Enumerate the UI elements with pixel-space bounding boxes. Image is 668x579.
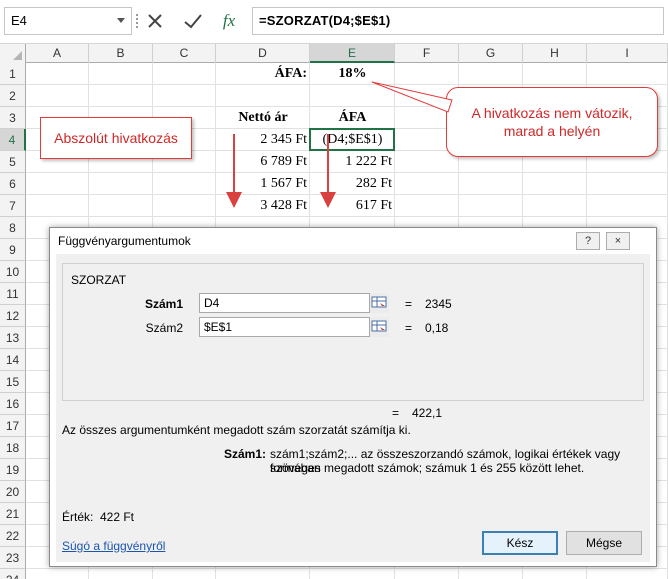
cell-d6[interactable]: 1 567 Ft [216, 173, 310, 195]
cancel-label: Mégse [585, 536, 623, 550]
fx-label: fx [222, 11, 236, 30]
row-gridline [26, 568, 668, 569]
column-header-b[interactable]: B [89, 44, 153, 63]
column-header-f[interactable]: F [395, 44, 459, 63]
active-cell-border [309, 128, 395, 151]
callout-right-line2: marad a helyén [503, 123, 601, 139]
cancel-button[interactable]: Mégse [566, 531, 642, 555]
arg1-result: 2345 [425, 297, 452, 311]
formula-bar: E4 fx =SZORZAT(D4;$E$1) [0, 0, 668, 44]
column-header-h[interactable]: H [523, 44, 587, 63]
select-all-corner[interactable] [0, 44, 26, 63]
arg2-result: 0,18 [425, 321, 449, 335]
row-header-10[interactable]: 10 [0, 261, 26, 283]
callout-right-line1: A hivatkozás nem vátozik, [471, 105, 633, 121]
formula-input[interactable]: =SZORZAT(D4;$E$1) [252, 7, 664, 35]
name-box[interactable]: E4 [4, 7, 132, 35]
column-header-g[interactable]: G [459, 44, 523, 63]
column-header-e[interactable]: E [310, 44, 395, 63]
arg2-range-picker-icon[interactable] [369, 317, 389, 337]
row-header-21[interactable]: 21 [0, 503, 26, 525]
arg-description-label: Szám1: [224, 447, 267, 461]
dialog-titlebar[interactable]: Függvényargumentumok ? × [50, 228, 656, 254]
column-header-c[interactable]: C [153, 44, 216, 63]
cancel-icon[interactable] [142, 9, 168, 33]
row-header-20[interactable]: 20 [0, 481, 26, 503]
row-header-12[interactable]: 12 [0, 305, 26, 327]
callout-left-text: Abszolút hivatkozás [54, 130, 178, 146]
function-arguments-dialog: Függvényargumentumok ? × SZORZAT Szám1 D… [49, 227, 657, 567]
cell-d1[interactable]: ÁFA: [216, 63, 310, 85]
row-header-19[interactable]: 19 [0, 459, 26, 481]
divider [136, 14, 139, 28]
callout-absolute-reference: Abszolút hivatkozás [40, 117, 192, 159]
row-header-23[interactable]: 23 [0, 547, 26, 569]
arg1-input[interactable]: D4 [199, 293, 389, 313]
row-header-5[interactable]: 5 [0, 151, 26, 173]
cell-d4[interactable]: 2 345 Ft [216, 129, 310, 151]
column-header-i[interactable]: I [587, 44, 668, 63]
arg2-equals: = [405, 321, 413, 335]
help-glyph: ? [584, 235, 592, 247]
row-header-6[interactable]: 6 [0, 173, 26, 195]
row-header-24[interactable]: 24 [0, 569, 26, 579]
row-header-2[interactable]: 2 [0, 85, 26, 107]
cell-e5[interactable]: 1 222 Ft [310, 151, 395, 173]
function-icon[interactable]: fx [216, 9, 242, 33]
row-header-16[interactable]: 16 [0, 393, 26, 415]
function-description: Az összes argumentumként megadott szám s… [62, 423, 411, 437]
result-value: 422 Ft [100, 510, 135, 524]
arg2-value: $E$1 [204, 320, 233, 334]
arg2-input[interactable]: $E$1 [199, 317, 389, 337]
cell-d5[interactable]: 6 789 Ft [216, 151, 310, 173]
close-button[interactable]: × [606, 232, 630, 250]
callout-reference-unchanged: A hivatkozás nem vátozik, marad a helyén [446, 87, 658, 157]
row-header-18[interactable]: 18 [0, 437, 26, 459]
column-header-a[interactable]: A [26, 44, 89, 63]
cell-d3[interactable]: Nettó ár [216, 107, 310, 129]
row-header-15[interactable]: 15 [0, 371, 26, 393]
formula-text: =SZORZAT(D4;$E$1) [259, 13, 391, 28]
function-group: SZORZAT Szám1 D4 = 2345 Szám2 $E$1 = 0,1… [62, 263, 644, 401]
cell-e6[interactable]: 282 Ft [310, 173, 395, 195]
row-header-3[interactable]: 3 [0, 107, 26, 129]
row-header-14[interactable]: 14 [0, 349, 26, 371]
column-headers: ABCDEFGHI [0, 44, 668, 63]
help-question-button[interactable]: ? [576, 232, 600, 250]
arg2-label: Szám2 [145, 321, 183, 335]
row-header-4[interactable]: 4 [0, 129, 26, 151]
chevron-down-icon[interactable] [117, 18, 125, 23]
arg1-equals: = [405, 297, 413, 311]
cell-e3[interactable]: ÁFA [310, 107, 395, 129]
row-header-11[interactable]: 11 [0, 283, 26, 305]
name-box-value: E4 [11, 13, 27, 28]
total-result: 422,1 [412, 406, 443, 420]
cell-d7[interactable]: 3 428 Ft [216, 195, 310, 217]
close-icon: × [614, 235, 622, 247]
row-header-7[interactable]: 7 [0, 195, 26, 217]
function-name: SZORZAT [69, 273, 129, 287]
arg1-value: D4 [204, 296, 220, 310]
result-label: Érték: [62, 510, 94, 524]
row-header-9[interactable]: 9 [0, 239, 26, 261]
dialog-title: Függvényargumentumok [58, 234, 191, 248]
arg1-range-picker-icon[interactable] [369, 293, 389, 313]
arg-description-line2: formában megadott számok; számuk 1 és 25… [270, 461, 585, 475]
help-link[interactable]: Súgó a függvényről [62, 539, 165, 553]
row-header-22[interactable]: 22 [0, 525, 26, 547]
row-header-13[interactable]: 13 [0, 327, 26, 349]
total-equals: = [392, 406, 400, 420]
row-header-17[interactable]: 17 [0, 415, 26, 437]
row-header-1[interactable]: 1 [0, 63, 26, 85]
cell-e1[interactable]: 18% [310, 63, 395, 85]
enter-icon[interactable] [180, 9, 206, 33]
ok-label: Kész [506, 536, 534, 550]
row-header-8[interactable]: 8 [0, 217, 26, 239]
arg1-label: Szám1 [144, 297, 183, 311]
cell-e7[interactable]: 617 Ft [310, 195, 395, 217]
dialog-body: SZORZAT Szám1 D4 = 2345 Szám2 $E$1 = 0,1… [56, 254, 650, 562]
column-header-d[interactable]: D [216, 44, 310, 63]
ok-button[interactable]: Kész [482, 531, 558, 555]
